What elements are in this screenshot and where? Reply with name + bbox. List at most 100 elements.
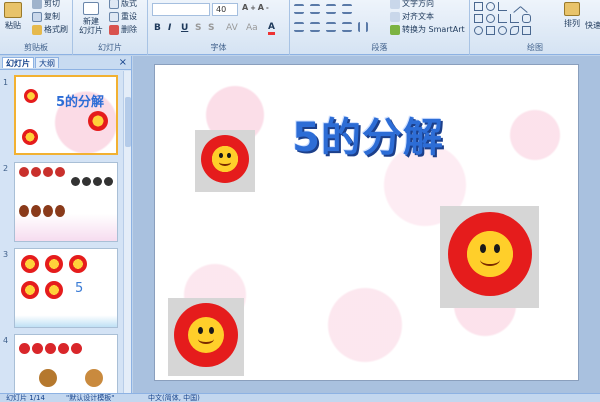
panel-scrollbar[interactable] xyxy=(123,71,131,393)
slide-thumbnail-4[interactable] xyxy=(14,334,118,394)
smiling-flower-icon xyxy=(174,303,238,367)
freeform-shape-icon[interactable] xyxy=(510,26,519,35)
elbow-shape-icon-2[interactable] xyxy=(510,14,519,23)
align-right-icon xyxy=(326,22,336,32)
quick-styles-button[interactable]: 快速 xyxy=(585,20,600,31)
flower-image-1[interactable] xyxy=(195,130,255,192)
shadow-button[interactable]: S xyxy=(208,23,214,33)
italic-button[interactable]: I xyxy=(168,23,171,33)
thumb-number: 2 xyxy=(3,164,9,173)
slide-thumbnail-3[interactable]: 5 xyxy=(14,248,118,328)
clipboard-group: 粘贴 剪切 复制 格式刷 剪贴板 xyxy=(0,0,73,55)
slides-panel: 幻灯片 大纲 × 1 5的分解 2 3 5 4 xyxy=(0,56,132,394)
flower-icon xyxy=(22,129,38,145)
triangle-shape-icon[interactable] xyxy=(486,26,495,35)
drawing-group: 排列 快速 绘图 xyxy=(470,0,600,55)
char-spacing-button[interactable]: AV xyxy=(226,23,238,33)
flower-icon xyxy=(45,281,63,299)
change-case-button[interactable]: Aa xyxy=(246,23,258,33)
copy-icon xyxy=(32,11,42,22)
panel-scrollbar-thumb[interactable] xyxy=(125,97,131,147)
mouth-icon xyxy=(198,334,214,345)
font-color-button[interactable]: A xyxy=(268,23,275,35)
apple-icon xyxy=(58,343,69,354)
text-direction-button[interactable]: 文字方向 xyxy=(390,0,434,9)
reset-button[interactable]: 重设 xyxy=(109,11,137,22)
tab-outline[interactable]: 大纲 xyxy=(35,57,59,68)
slide-title[interactable]: 5的分解 xyxy=(283,105,453,163)
flower-icon xyxy=(88,111,108,131)
align-buttons[interactable] xyxy=(294,22,368,32)
arrange-button[interactable]: 排列 xyxy=(564,2,580,29)
cut-button[interactable]: 剪切 xyxy=(32,0,60,9)
apple-row xyxy=(19,343,82,354)
ball-icon xyxy=(93,177,102,186)
status-bar: 幻灯片 1/14 "默认设计模板" 中文(简体, 中国) xyxy=(0,393,600,402)
rectangle-shape-icon[interactable] xyxy=(474,2,483,11)
shapes-gallery[interactable] xyxy=(474,0,554,36)
delete-button[interactable]: 删除 xyxy=(109,24,137,35)
thumb-number: 3 xyxy=(3,250,9,259)
curve-shape-icon[interactable] xyxy=(498,26,507,35)
thumb-number: 4 xyxy=(3,336,9,345)
align-text-button[interactable]: 对齐文本 xyxy=(390,11,434,22)
elbow-shape-icon[interactable] xyxy=(498,14,507,23)
flower-icon xyxy=(21,255,39,273)
eye-icon xyxy=(493,243,501,254)
flower-face xyxy=(467,231,513,277)
flower-face xyxy=(188,317,224,353)
smartart-button[interactable]: 转换为 SmartArt xyxy=(390,24,465,35)
eye-icon xyxy=(479,243,487,254)
mouth-icon xyxy=(219,158,231,166)
reset-icon xyxy=(109,11,119,22)
fruit-icon xyxy=(19,205,29,217)
flower-icon xyxy=(45,255,63,273)
arrange-icon xyxy=(564,2,580,16)
line-shape-icon-2[interactable] xyxy=(520,0,533,13)
font-size-field[interactable]: 40 xyxy=(212,3,238,16)
apple-icon xyxy=(32,343,43,354)
flower-face xyxy=(212,146,238,172)
font-name-field[interactable] xyxy=(152,3,210,16)
thumb-title: 5的分解 xyxy=(56,95,105,110)
bullet-list-icon xyxy=(294,4,304,14)
justify-icon xyxy=(342,22,352,32)
rectangle-shape-icon-2[interactable] xyxy=(474,14,483,23)
flower-image-2[interactable] xyxy=(440,206,539,308)
slide-thumbnail-1[interactable]: 5的分解 xyxy=(14,75,118,155)
tab-slides[interactable]: 幻灯片 xyxy=(2,57,34,68)
list-buttons[interactable] xyxy=(294,4,352,14)
connector-shape-icon[interactable] xyxy=(498,2,507,11)
brush-icon xyxy=(32,24,42,35)
scissors-icon xyxy=(32,0,42,9)
bold-button[interactable]: B xyxy=(154,23,161,33)
close-panel-icon[interactable]: × xyxy=(119,57,127,68)
format-painter-button[interactable]: 格式刷 xyxy=(32,24,68,35)
flower-icon xyxy=(24,89,38,103)
rounded-shape-icon[interactable] xyxy=(522,14,531,23)
language-indicator[interactable]: 中文(简体, 中国) xyxy=(148,394,200,402)
slide-thumbnail-2[interactable] xyxy=(14,162,118,242)
grow-font-button[interactable]: A + A- xyxy=(242,3,269,12)
animal-icon xyxy=(39,369,57,387)
flower-image-3[interactable] xyxy=(168,298,244,376)
strikethrough-button[interactable]: S xyxy=(195,23,201,33)
columns-icon xyxy=(358,22,368,32)
arrow-shape-icon[interactable] xyxy=(522,26,531,35)
fruit-icon xyxy=(43,205,53,217)
oval-shape-icon-2[interactable] xyxy=(486,14,495,23)
mouth-icon xyxy=(479,253,501,266)
apple-icon xyxy=(71,343,82,354)
layout-icon xyxy=(109,0,119,9)
oval-shape-icon-3[interactable] xyxy=(474,26,483,35)
underline-button[interactable]: U xyxy=(181,23,188,33)
layout-button[interactable]: 版式 xyxy=(109,0,137,9)
ball-icon xyxy=(71,177,80,186)
current-slide[interactable]: 5的分解 xyxy=(154,64,579,381)
drawing-group-label: 绘图 xyxy=(527,43,543,52)
paste-button[interactable]: 粘贴 xyxy=(4,2,22,31)
copy-button[interactable]: 复制 xyxy=(32,11,60,22)
oval-shape-icon[interactable] xyxy=(486,2,495,11)
ribbon: 粘贴 剪切 复制 格式刷 剪贴板 新建 幻灯片 版式 重设 删除 幻灯片 40 … xyxy=(0,0,600,55)
new-slide-button[interactable]: 新建 幻灯片 xyxy=(79,2,103,35)
